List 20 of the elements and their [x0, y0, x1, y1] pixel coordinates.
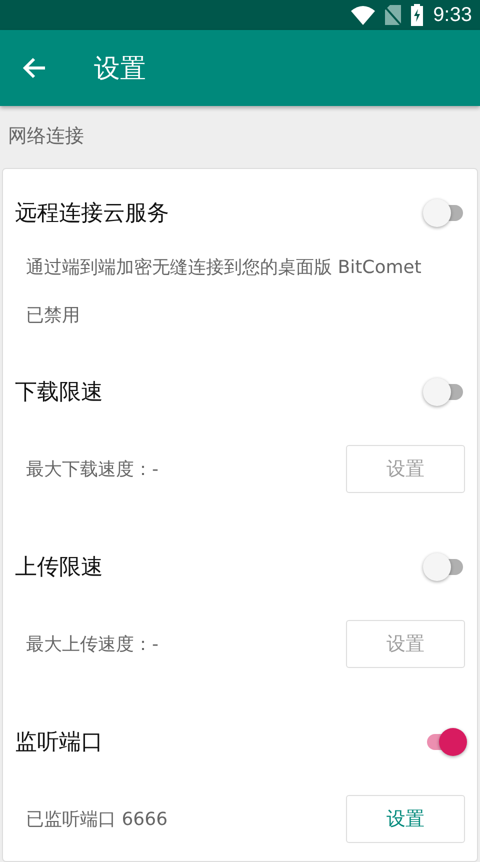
toggle-switch[interactable] — [423, 378, 463, 406]
clock-time: 9:33 — [433, 4, 472, 26]
setting-title: 下载限速 — [15, 379, 103, 407]
setting-description: 通过端到端加密无缝连接到您的桌面版 BitComet — [26, 256, 422, 279]
toggle-switch[interactable] — [423, 553, 463, 581]
setting-value: 最大下载速度：- — [26, 458, 158, 481]
no-sim-icon — [385, 5, 402, 25]
section-header: 网络连接 — [8, 124, 84, 149]
setting-title: 上传限速 — [15, 554, 103, 582]
setting-title: 远程连接云服务 — [15, 200, 169, 228]
set-button[interactable]: 设置 — [346, 795, 465, 843]
back-arrow-icon — [22, 57, 46, 79]
wifi-icon — [351, 5, 376, 25]
setting-title: 监听端口 — [15, 729, 103, 757]
setting-description: 已禁用 — [26, 304, 80, 327]
setting-value: 已监听端口 6666 — [26, 808, 168, 831]
setting-value: 最大上传速度：- — [26, 633, 158, 656]
toggle-switch[interactable] — [423, 199, 463, 227]
page-title: 设置 — [94, 52, 146, 86]
battery-charging-icon — [411, 4, 424, 26]
